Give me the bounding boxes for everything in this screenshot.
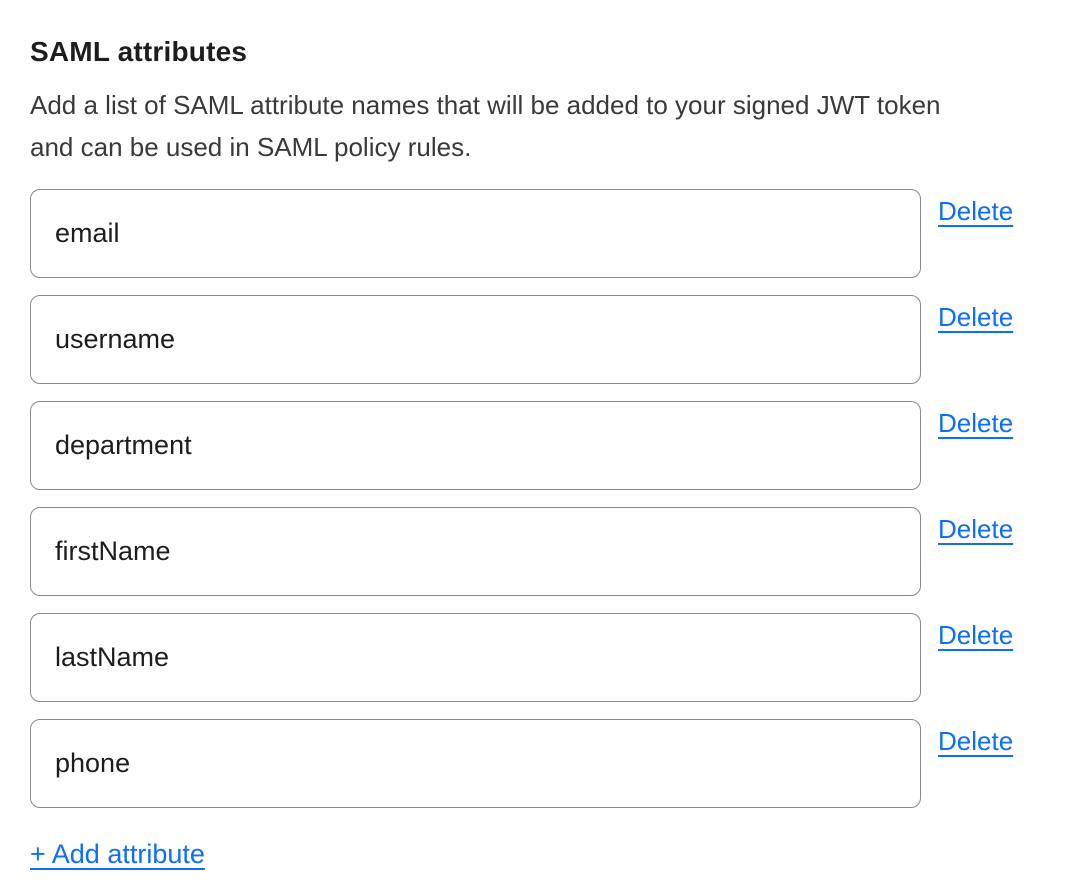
delete-link[interactable]: Delete [938,619,1013,651]
delete-link[interactable]: Delete [938,513,1013,545]
attribute-row: Delete [30,613,1066,702]
attribute-row: Delete [30,719,1066,808]
delete-link[interactable]: Delete [938,407,1013,439]
saml-attributes-section: SAML attributes Add a list of SAML attri… [0,0,1066,886]
attribute-input-department[interactable] [30,401,921,490]
add-attribute-link[interactable]: + Add attribute [30,838,205,870]
section-description-line2: and can be used in SAML policy rules. [30,126,1050,168]
attribute-row: Delete [30,401,1066,490]
attribute-row: Delete [30,295,1066,384]
attribute-input-username[interactable] [30,295,921,384]
attribute-list: Delete Delete Delete Delete Delete Delet… [30,189,1066,808]
section-description-line1: Add a list of SAML attribute names that … [30,84,1050,126]
delete-link[interactable]: Delete [938,725,1013,757]
attribute-row: Delete [30,189,1066,278]
section-description: Add a list of SAML attribute names that … [30,84,1050,168]
delete-link[interactable]: Delete [938,195,1013,227]
attribute-input-firstname[interactable] [30,507,921,596]
section-title: SAML attributes [30,36,1066,68]
attribute-row: Delete [30,507,1066,596]
delete-link[interactable]: Delete [938,301,1013,333]
attribute-input-phone[interactable] [30,719,921,808]
attribute-input-lastname[interactable] [30,613,921,702]
attribute-input-email[interactable] [30,189,921,278]
